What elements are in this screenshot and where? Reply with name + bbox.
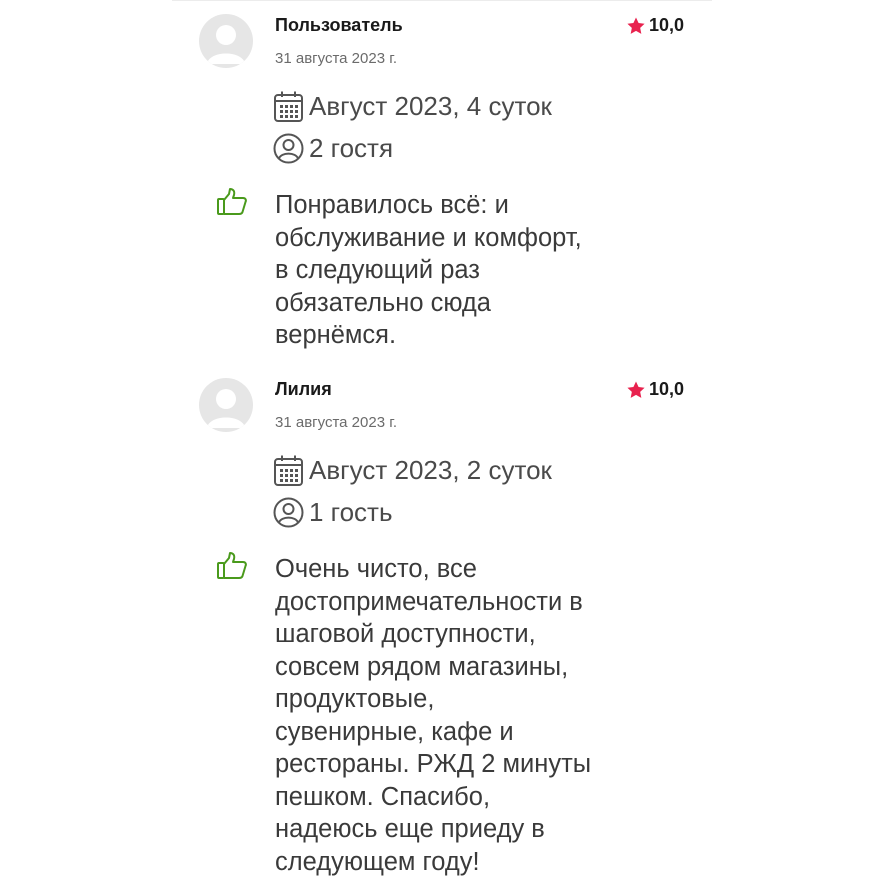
review-text-line: шаговой доступности, [275, 620, 536, 648]
review-text-line: рестораны. РЖД 2 минуты [275, 750, 592, 778]
guests-info: 2 гостя [273, 133, 393, 164]
star-icon [626, 16, 646, 36]
review-text-line: сувенирные, кафе и [275, 717, 514, 746]
stay-text: Август 2023, 4 суток [309, 91, 552, 121]
rating-value: 10,0 [648, 15, 684, 35]
guests-info: 1 гость [273, 497, 393, 528]
person-icon [273, 133, 304, 164]
avatar [199, 14, 253, 68]
review-date: 31 августа 2023 г. [275, 414, 398, 431]
calendar-icon [273, 454, 304, 487]
review-text-line: совсем рядом магазины, [275, 652, 569, 681]
review-author: Лилия [275, 379, 332, 399]
review-text-line: обслуживание и комфорт, [275, 223, 582, 252]
review-text-line: обязательно сюда [275, 288, 491, 317]
rating-value: 10,0 [648, 379, 684, 399]
review-date: 31 августа 2023 г. [275, 50, 398, 67]
review-text-line: продуктовые, [275, 685, 435, 713]
review-rating: 10,0 [626, 15, 684, 36]
review-text-line: достопримечательности в [275, 587, 583, 616]
review-text-line: вернёмся. [275, 321, 397, 349]
person-icon [273, 497, 304, 528]
review-text: Понравилось всё: и обслуживание и комфор… [275, 189, 675, 352]
user-avatar-icon [207, 25, 245, 64]
review-text-line: Понравилось всё: и [275, 191, 509, 219]
guests-text: 1 гость [309, 497, 393, 527]
reviews-page: Пользователь 10,0 31 августа 2023 г. Авг… [0, 0, 882, 882]
review-text: Очень чисто, все достопримечательности в… [275, 553, 675, 878]
user-avatar-icon [207, 389, 245, 428]
thumbs-up-icon [216, 187, 248, 217]
review-text-line: следующем году! [275, 847, 480, 876]
guests-text: 2 гостя [309, 133, 394, 163]
review-author: Пользователь [275, 15, 403, 35]
review-text-line: Очень чисто, все [275, 555, 477, 583]
stay-info: Август 2023, 4 суток [273, 90, 552, 123]
star-icon [626, 380, 646, 400]
review-text-line: надеюсь еще приеду в [275, 815, 545, 843]
review-text-line: пешком. Спасибо, [275, 782, 491, 811]
thumbs-up-icon [216, 551, 248, 581]
top-divider [172, 0, 712, 1]
avatar [199, 378, 253, 432]
stay-info: Август 2023, 2 суток [273, 454, 552, 487]
review-text-line: в следующий раз [275, 256, 480, 284]
review-rating: 10,0 [626, 379, 684, 400]
stay-text: Август 2023, 2 суток [309, 455, 552, 485]
calendar-icon [273, 90, 304, 123]
